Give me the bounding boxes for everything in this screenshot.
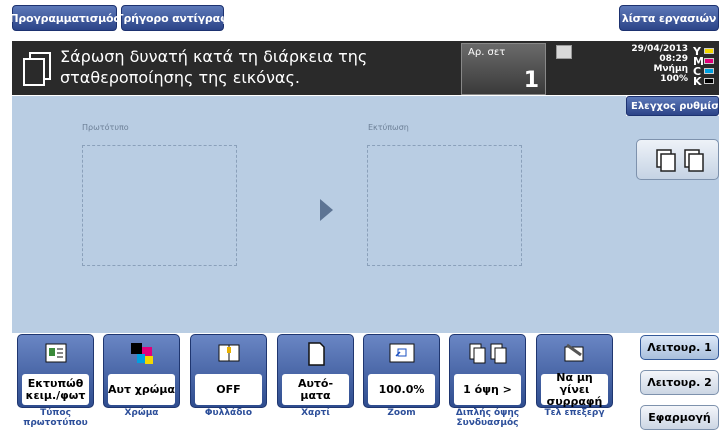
zoom-icon	[389, 343, 414, 363]
original-type-value: Εκτυπώθ κειμ./φωτ	[22, 374, 89, 405]
paper-icon	[307, 342, 325, 366]
sets-count: 1	[523, 68, 539, 93]
booklet-icon	[218, 344, 239, 362]
combine-shortcut-button[interactable]	[636, 139, 719, 180]
application-label: Εφαρμογή	[648, 411, 711, 424]
tab-programming-label: Προγραμματισμός	[9, 11, 120, 25]
duplex-combine-value: 1 όψη >	[454, 374, 521, 405]
function-2-label: Λειτουρ. 2	[647, 376, 712, 389]
printer-icon	[556, 45, 572, 59]
tab-quick-copy[interactable]: Γρήγορο αντίγραφ	[117, 5, 229, 31]
finishing-caption: Τελ επεξεργ	[544, 408, 605, 418]
check-settings-button[interactable]: Ελεγχος ρυθμίσεων	[626, 96, 719, 116]
zoom-value: 100.0%	[368, 374, 435, 405]
function-1-button[interactable]: Λειτουρ. 1	[640, 335, 719, 360]
message-line-1: Σάρωση δυνατή κατά τη διάρκεια της	[60, 47, 368, 66]
status-time: 08:29	[659, 54, 688, 64]
tab-programming[interactable]: Προγραμματισμός	[9, 5, 120, 31]
arrow-right-icon	[320, 199, 333, 221]
zoom-caption: Zoom	[387, 408, 416, 418]
memory-label: Μνήμη	[653, 64, 688, 74]
color-value: Αυτ χρώμα	[108, 374, 175, 405]
toner-bar	[704, 68, 714, 74]
document-icon	[23, 52, 51, 86]
output-preview	[367, 145, 522, 266]
booklet-value: OFF	[195, 374, 262, 405]
duplex-combine-button[interactable]: 1 όψη >	[449, 334, 526, 408]
paper-button[interactable]: Αυτό- ματα	[277, 334, 354, 408]
job-list-button[interactable]: λίστα εργασιών	[619, 5, 719, 31]
original-preview	[82, 145, 237, 266]
message-bar: Σάρωση δυνατή κατά τη διάρκεια της σταθε…	[12, 41, 719, 95]
toner-letter: K	[693, 74, 702, 88]
color-button[interactable]: Αυτ χρώμα	[103, 334, 180, 408]
original-label: Πρωτότυπο	[82, 123, 129, 132]
combine-pages-icon	[656, 149, 704, 172]
sets-counter: Αρ. σετ 1	[461, 43, 546, 95]
booklet-caption: Φυλλάδιο	[204, 408, 253, 418]
toner-bar	[704, 78, 714, 84]
toner-k: K	[693, 74, 719, 88]
original-type-button[interactable]: Εκτυπώθ κειμ./φωτ	[17, 334, 94, 408]
message-line-2: σταθεροποίησης της εικόνας.	[60, 68, 300, 87]
check-settings-label: Ελεγχος ρυθμίσεων	[631, 100, 719, 112]
original-type-caption: Τύπος πρωτοτύπου	[23, 408, 88, 428]
finishing-icon	[564, 343, 583, 362]
toner-bar	[704, 48, 714, 54]
color-icon	[130, 343, 153, 364]
toner-levels: Y M C K	[693, 45, 719, 88]
duplex-combine-caption: Διπλής όψης Συνδυασμός	[455, 408, 520, 428]
message-text: Σάρωση δυνατή κατά τη διάρκεια της σταθε…	[60, 46, 460, 88]
toner-bar	[704, 58, 714, 64]
booklet-button[interactable]: OFF	[190, 334, 267, 408]
output-label: Εκτύπωση	[368, 123, 409, 132]
status-date: 29/04/2013	[631, 44, 688, 54]
job-list-label: λίστα εργασιών	[621, 11, 717, 25]
application-button[interactable]: Εφαρμογή	[640, 405, 719, 430]
function-2-button[interactable]: Λειτουρ. 2	[640, 370, 719, 395]
sets-label: Αρ. σετ	[468, 47, 506, 58]
original-type-icon	[45, 343, 66, 363]
finishing-value: Να μη γίνει συρραφή	[541, 371, 608, 407]
paper-caption: Χαρτί	[301, 408, 330, 418]
finishing-button[interactable]: Να μη γίνει συρραφή	[536, 334, 613, 408]
color-caption: Χρώμα	[124, 408, 159, 418]
duplex-combine-icon	[469, 343, 506, 364]
function-1-label: Λειτουρ. 1	[647, 341, 712, 354]
memory-value: 100%	[660, 74, 688, 84]
status-info: 29/04/2013 08:29 Μνήμη 100%	[618, 44, 688, 84]
tab-quick-copy-label: Γρήγορο αντίγραφ	[116, 11, 229, 25]
zoom-button[interactable]: 100.0%	[363, 334, 440, 408]
paper-value: Αυτό- ματα	[282, 374, 349, 405]
